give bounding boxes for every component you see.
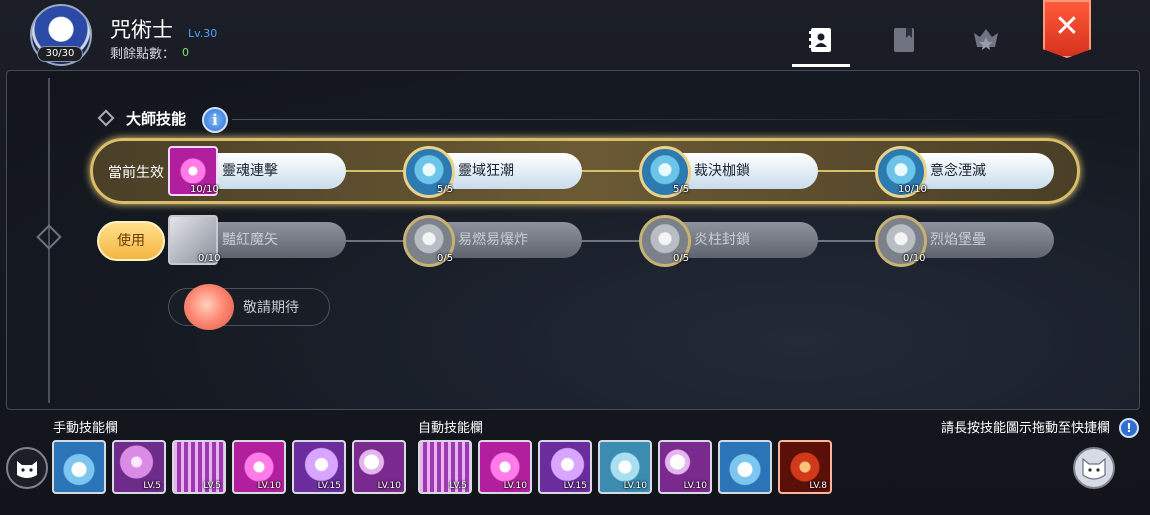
skill-level: 5/5 [673, 184, 690, 195]
auto-skill-slot[interactable]: LV.10 [478, 440, 532, 494]
skill-connector [340, 170, 410, 172]
slot-level: LV.15 [563, 481, 587, 491]
poring-pet-icon [184, 284, 234, 330]
cat-mascot-button[interactable] [1073, 447, 1115, 489]
skill-level: 0/5 [673, 253, 690, 264]
slot-level: LV.10 [623, 481, 647, 491]
slot-level: LV.5 [449, 481, 467, 491]
skill-connector [576, 170, 646, 172]
drag-hint: 請長按技能圖示拖動至快捷欄 [941, 421, 1111, 436]
skill-level: 0/10 [903, 253, 926, 264]
job-level: Lv.30 [188, 27, 218, 40]
header: 30/30 咒術士 Lv.30 剩餘點數： 0 ✕ [0, 0, 1150, 70]
slot-level: LV.5 [203, 481, 221, 491]
auto-skill-slot[interactable]: LV.5 [418, 440, 472, 494]
skill-connector [340, 240, 410, 242]
slot-level: LV.10 [257, 481, 281, 491]
auto-skill-slot[interactable]: LV.8 [778, 440, 832, 494]
manual-skill-slot[interactable]: LV.5 [172, 440, 226, 494]
skill-name: 靈魂連擊 [222, 163, 278, 179]
slot-level: LV.5 [143, 481, 161, 491]
skill-name: 易燃易爆炸 [458, 232, 528, 248]
manual-skill-slot[interactable]: LV.10 [232, 440, 286, 494]
avatar-level-badge: 30/30 [37, 46, 83, 62]
cat-face-button[interactable] [6, 447, 48, 489]
cat-mascot-icon [1082, 457, 1106, 480]
skill-name: 烈焰堡壘 [930, 232, 986, 248]
manual-skill-slot[interactable] [52, 440, 106, 494]
slot-level: LV.10 [503, 481, 527, 491]
skill-level: 0/5 [437, 253, 454, 264]
auto-skill-slot[interactable]: LV.10 [598, 440, 652, 494]
skill-connector [576, 240, 646, 242]
close-button[interactable]: ✕ [1043, 0, 1091, 58]
manual-skill-bar-label: 手動技能欄 [53, 421, 119, 436]
use-button[interactable]: 使用 [97, 221, 165, 261]
tab-rank[interactable] [966, 20, 1006, 60]
slot-level: LV.10 [377, 481, 401, 491]
skill-connector [812, 170, 882, 172]
skill-level: 10/10 [898, 184, 927, 195]
slot-level: LV.8 [809, 481, 827, 491]
active-tab-indicator [792, 64, 850, 67]
skill-name: 靈域狂潮 [458, 163, 514, 179]
skill-level: 10/10 [190, 184, 219, 195]
manual-skill-slot[interactable]: LV.10 [352, 440, 406, 494]
skill-name: 裁決枷鎖 [694, 163, 750, 179]
auto-skill-bar-label: 自動技能欄 [418, 421, 484, 436]
manual-skill-slot[interactable]: LV.5 [112, 440, 166, 494]
section-title: 大師技能 [126, 109, 187, 128]
manual-skill-slot[interactable]: LV.15 [292, 440, 346, 494]
skill-level: 0/10 [198, 253, 221, 264]
info-icon[interactable]: i [202, 107, 228, 133]
bookmark-book-icon [894, 28, 914, 52]
tab-codex[interactable] [884, 20, 924, 60]
skill-book-icon [809, 28, 831, 52]
remaining-points-value: 0 [182, 46, 189, 59]
remaining-points-label: 剩餘點數： [110, 47, 176, 62]
auto-skill-slot[interactable] [718, 440, 772, 494]
hint-info-icon[interactable]: ! [1119, 418, 1139, 438]
star-crest-icon [974, 29, 998, 50]
skill-name: 意念湮滅 [930, 163, 986, 179]
coming-soon-label: 敬請期待 [243, 300, 299, 316]
section-divider [232, 119, 1132, 120]
auto-skill-slot[interactable]: LV.10 [658, 440, 712, 494]
skill-connector [812, 240, 882, 242]
tab-skills[interactable] [801, 20, 841, 60]
skill-name: 炎柱封鎖 [694, 232, 750, 248]
diamond-icon [97, 109, 115, 127]
skill-name: 豔紅魔矢 [222, 232, 278, 248]
slot-level: LV.15 [317, 481, 341, 491]
auto-skill-slot[interactable]: LV.15 [538, 440, 592, 494]
slot-level: LV.10 [683, 481, 707, 491]
skill-level: 5/5 [437, 184, 454, 195]
close-icon: ✕ [1054, 8, 1080, 44]
job-title: 咒術士 [110, 18, 173, 42]
active-row-label: 當前生效 [108, 165, 164, 181]
cat-face-icon [17, 461, 37, 478]
